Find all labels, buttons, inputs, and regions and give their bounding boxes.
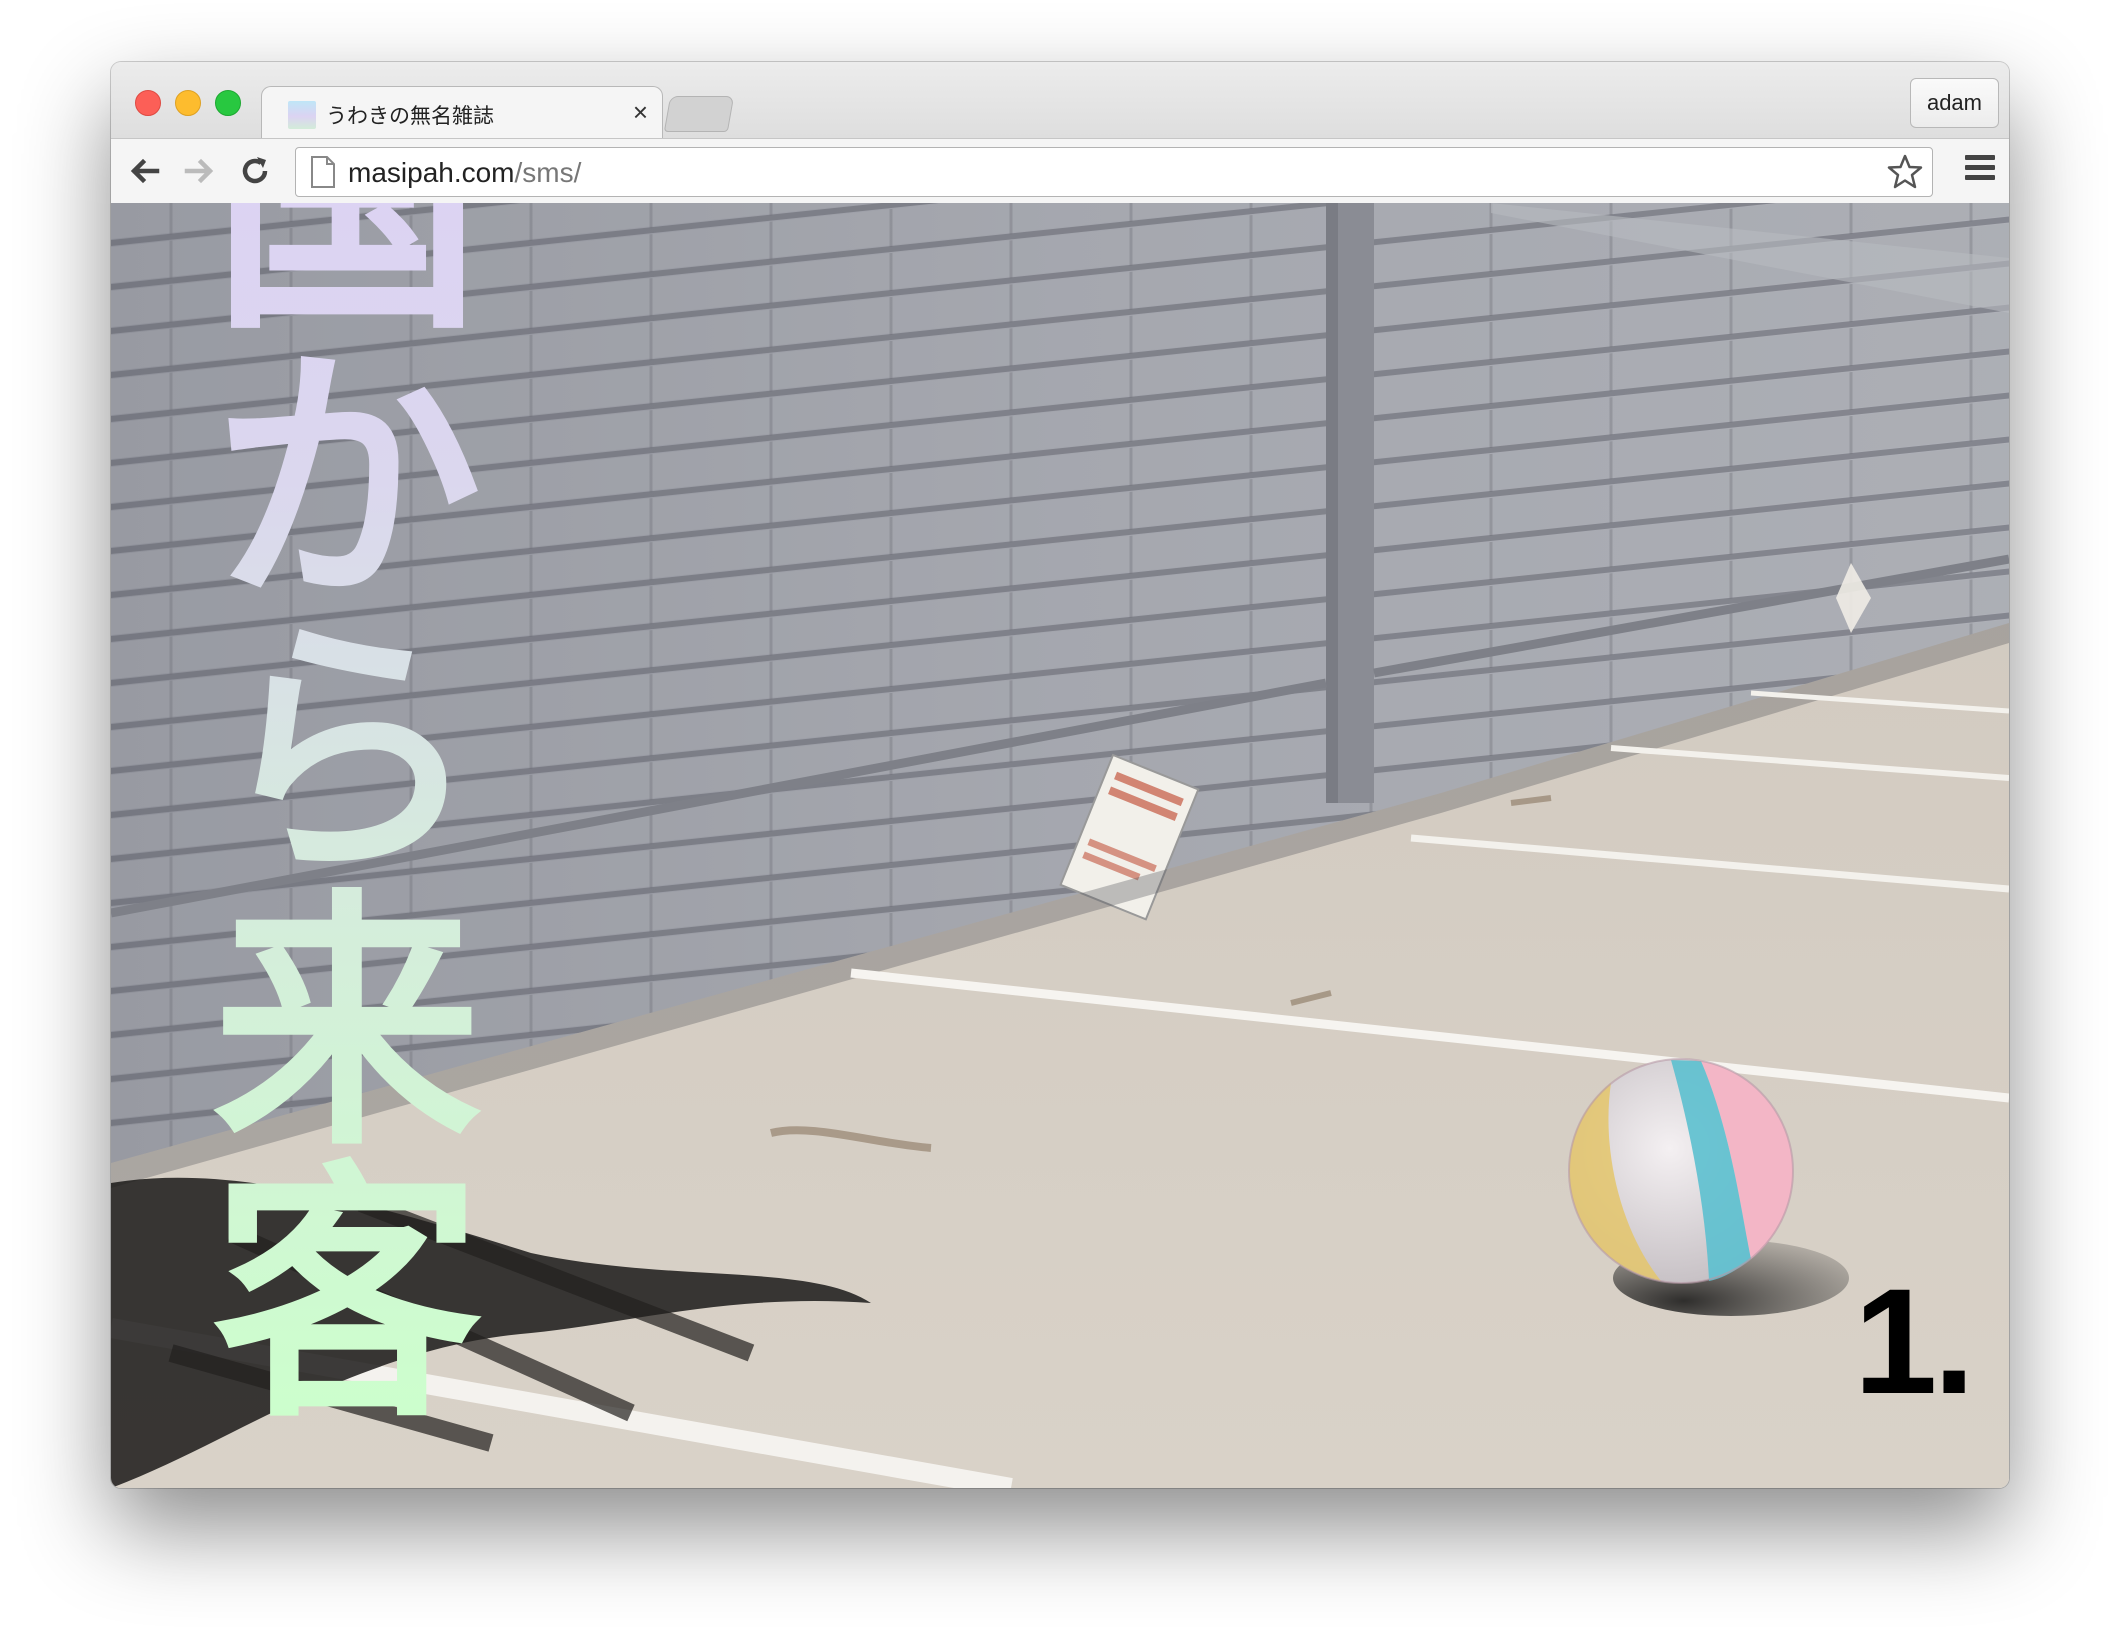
back-arrow-icon[interactable] [125,151,165,191]
page-icon [311,156,335,188]
forward-arrow-icon[interactable] [179,151,219,191]
page-viewport: 国 か ら 来 客 1. [111,203,2009,1488]
tab-active[interactable]: うわきの無名雑誌 × [261,86,663,139]
url-path: /sms/ [514,157,582,188]
menu-icon[interactable] [1965,155,1995,185]
profile-button[interactable]: adam [1909,78,1999,128]
close-window-button[interactable] [135,90,161,116]
title-char: ら [212,595,482,910]
vertical-title: 国 か ら 来 客 [207,203,487,1433]
tab-title: うわきの無名雑誌 [326,105,494,128]
tab-close-icon[interactable]: × [633,97,648,128]
title-char: 客 [212,1139,482,1454]
title-char: か [212,323,482,638]
browser-window: うわきの無名雑誌 × adam masipah.com/sms/ 国 か ら 来… [111,62,2009,1488]
address-bar[interactable]: masipah.com/sms/ [295,147,1933,197]
title-char: 来 [212,867,482,1182]
new-tab-button[interactable] [663,96,735,132]
url-domain: masipah.com [348,157,515,188]
favicon-icon [288,101,316,129]
bookmark-star-icon[interactable] [1886,153,1924,191]
minimize-window-button[interactable] [175,90,201,116]
toolbar: masipah.com/sms/ [111,138,2009,204]
maximize-window-button[interactable] [215,90,241,116]
issue-number: 1. [1853,1257,1975,1425]
tab-strip: うわきの無名雑誌 × adam [111,62,2009,139]
reload-icon[interactable] [235,151,275,191]
url-text: masipah.com/sms/ [348,157,581,189]
